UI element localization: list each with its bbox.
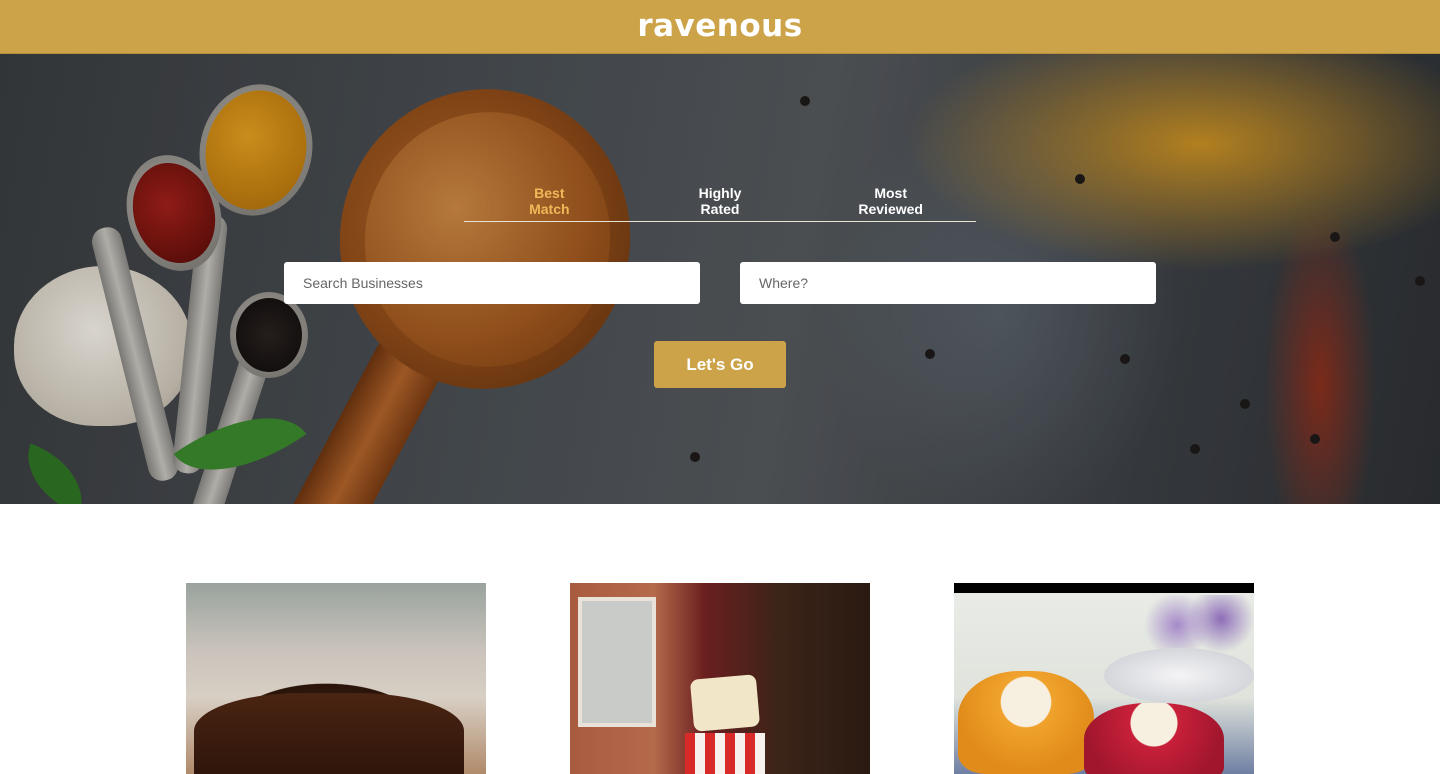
lets-go-button[interactable]: Let's Go — [654, 341, 786, 388]
business-card-image[interactable] — [954, 583, 1254, 774]
popcorn-box-shape — [685, 733, 765, 774]
location-input[interactable] — [740, 262, 1156, 304]
flowers-shape — [1144, 595, 1254, 655]
sort-options-tabs: Best Match Highly Rated Most Reviewed — [464, 184, 976, 222]
sort-option-highly-rated[interactable]: Highly Rated — [635, 184, 806, 221]
business-card-image[interactable] — [570, 583, 870, 774]
app-header: ravenous — [0, 0, 1440, 54]
search-fields — [284, 262, 1156, 304]
business-list — [0, 504, 1440, 774]
sort-option-most-reviewed[interactable]: Most Reviewed — [805, 184, 976, 221]
hero-search-section: Best Match Highly Rated Most Reviewed Le… — [0, 54, 1440, 504]
plates-shape — [1104, 648, 1254, 703]
birthday-sign-shape — [689, 674, 761, 732]
bundt-cake-shape — [958, 671, 1094, 774]
brand-logo-text: ravenous — [637, 7, 803, 44]
business-card-image[interactable] — [186, 583, 486, 774]
sort-option-best-match[interactable]: Best Match — [464, 184, 635, 221]
bundt-cake-shape — [1084, 703, 1224, 774]
chocolate-cake-shape — [194, 693, 464, 774]
window-shape — [578, 597, 656, 727]
business-search-input[interactable] — [284, 262, 700, 304]
